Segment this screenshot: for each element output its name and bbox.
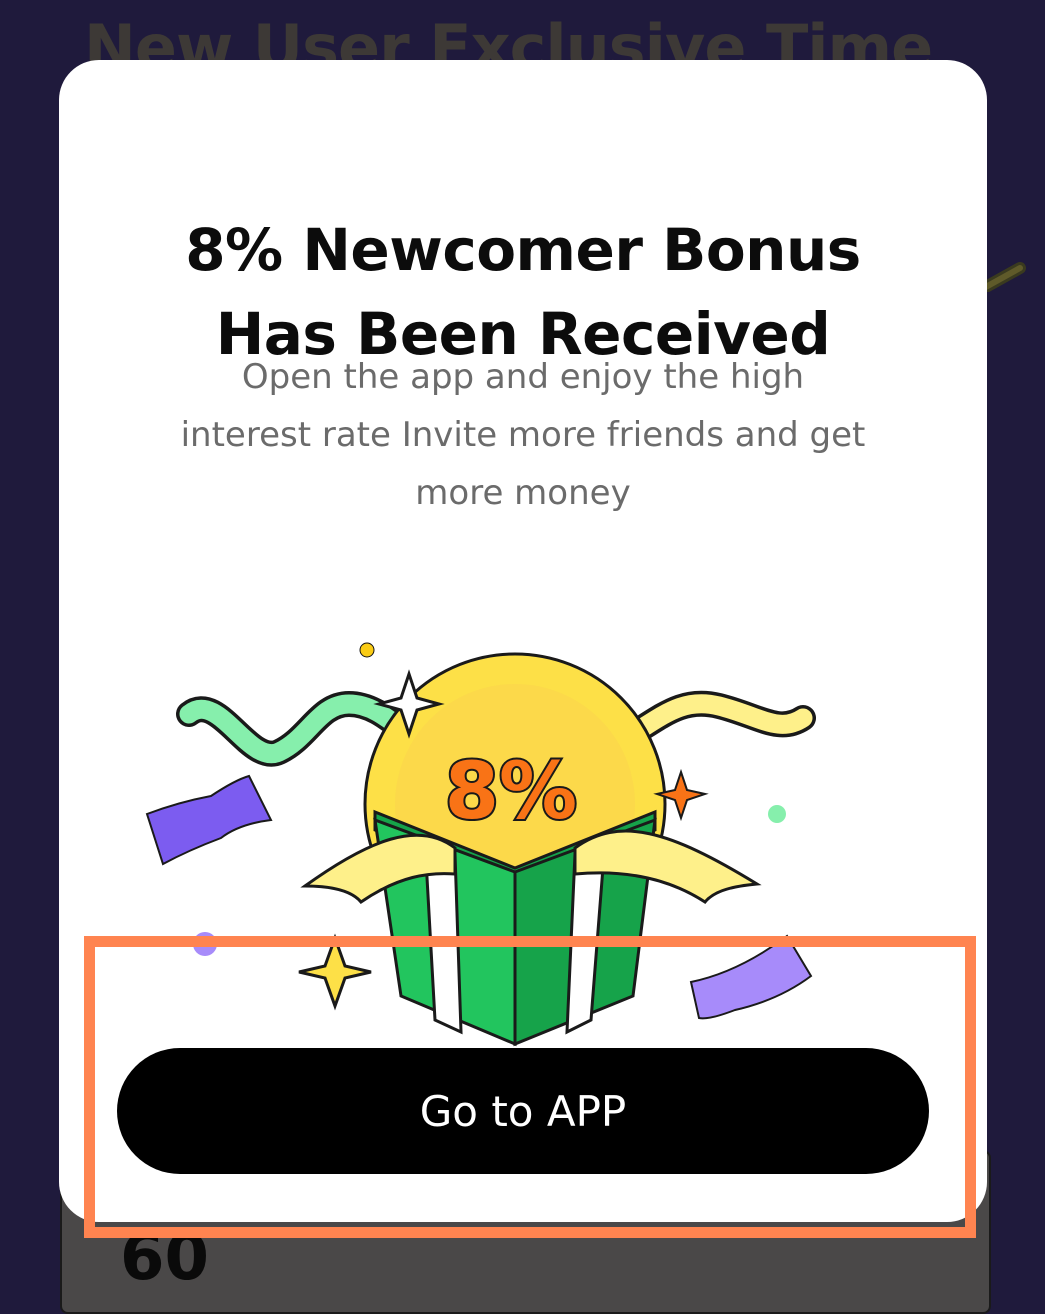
modal-title-line1: 8% Newcomer Bonus <box>185 216 861 284</box>
modal-description: Open the app and enjoy the high interest… <box>180 357 866 513</box>
bonus-badge-text: 8% <box>445 747 577 837</box>
go-to-app-button[interactable]: Go to APP <box>117 1048 929 1174</box>
background-ribbon-icon <box>980 262 1026 292</box>
bonus-modal: 8% Newcomer Bonus Has Been Received Open… <box>59 60 987 1222</box>
gift-box-icon: 8% <box>145 642 816 1047</box>
background-countdown-number: 60 <box>120 1221 210 1295</box>
